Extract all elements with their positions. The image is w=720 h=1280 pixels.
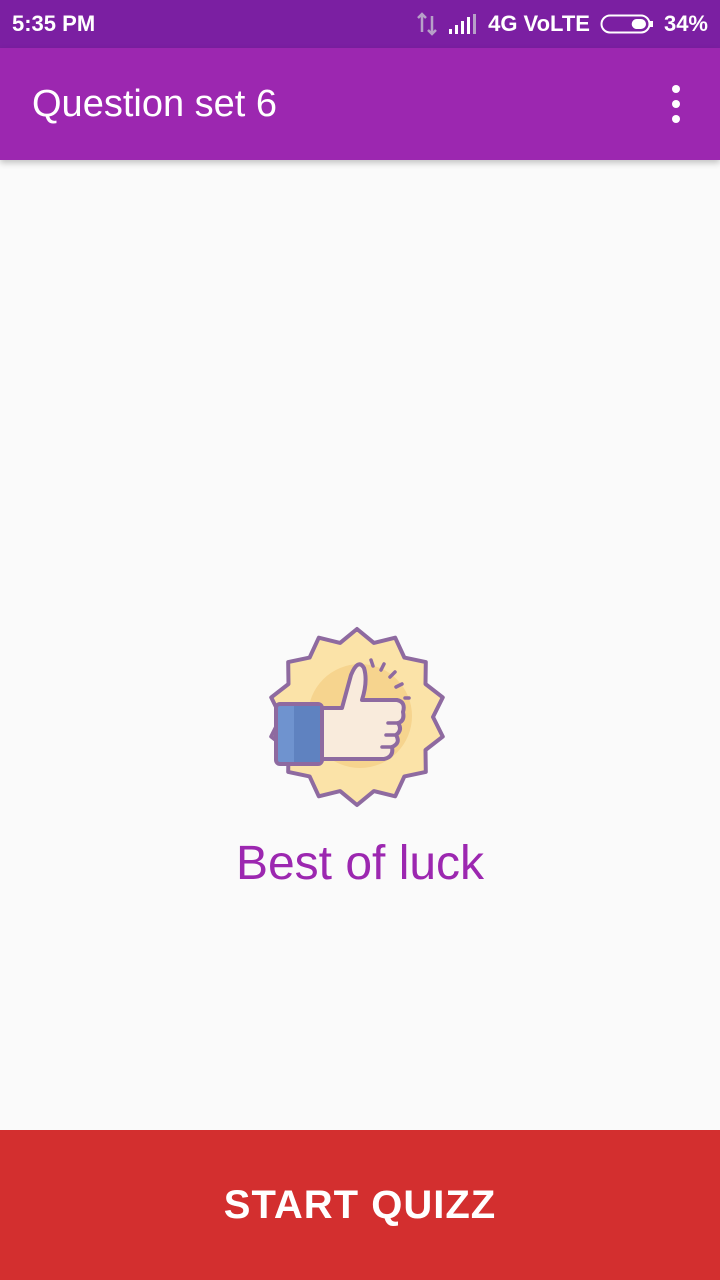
data-activity-icon — [417, 12, 437, 36]
main-content: Best of luck — [0, 160, 720, 1130]
start-quiz-button[interactable]: START QUIZZ — [0, 1130, 720, 1280]
status-bar: 5:35 PM 4G VoLTE 34% — [0, 0, 720, 48]
battery-percent: 34% — [663, 11, 708, 36]
network-label: 4G VoLTE — [488, 11, 590, 36]
more-vert-icon — [672, 85, 680, 93]
status-icons: 4G VoLTE 34% — [416, 11, 708, 37]
more-vert-icon-dot — [672, 100, 680, 108]
best-of-luck-message: Best of luck — [235, 837, 485, 890]
page-title: Question set 6 — [32, 82, 278, 125]
status-time: 5:35 PM — [12, 11, 96, 36]
app-bar: Question set 6 — [0, 48, 720, 160]
thumbs-up-badge-icon — [266, 626, 448, 808]
more-options-button[interactable] — [656, 72, 696, 136]
battery-icon — [600, 14, 653, 34]
signal-icon — [449, 14, 477, 34]
more-vert-icon-dot — [672, 115, 680, 123]
